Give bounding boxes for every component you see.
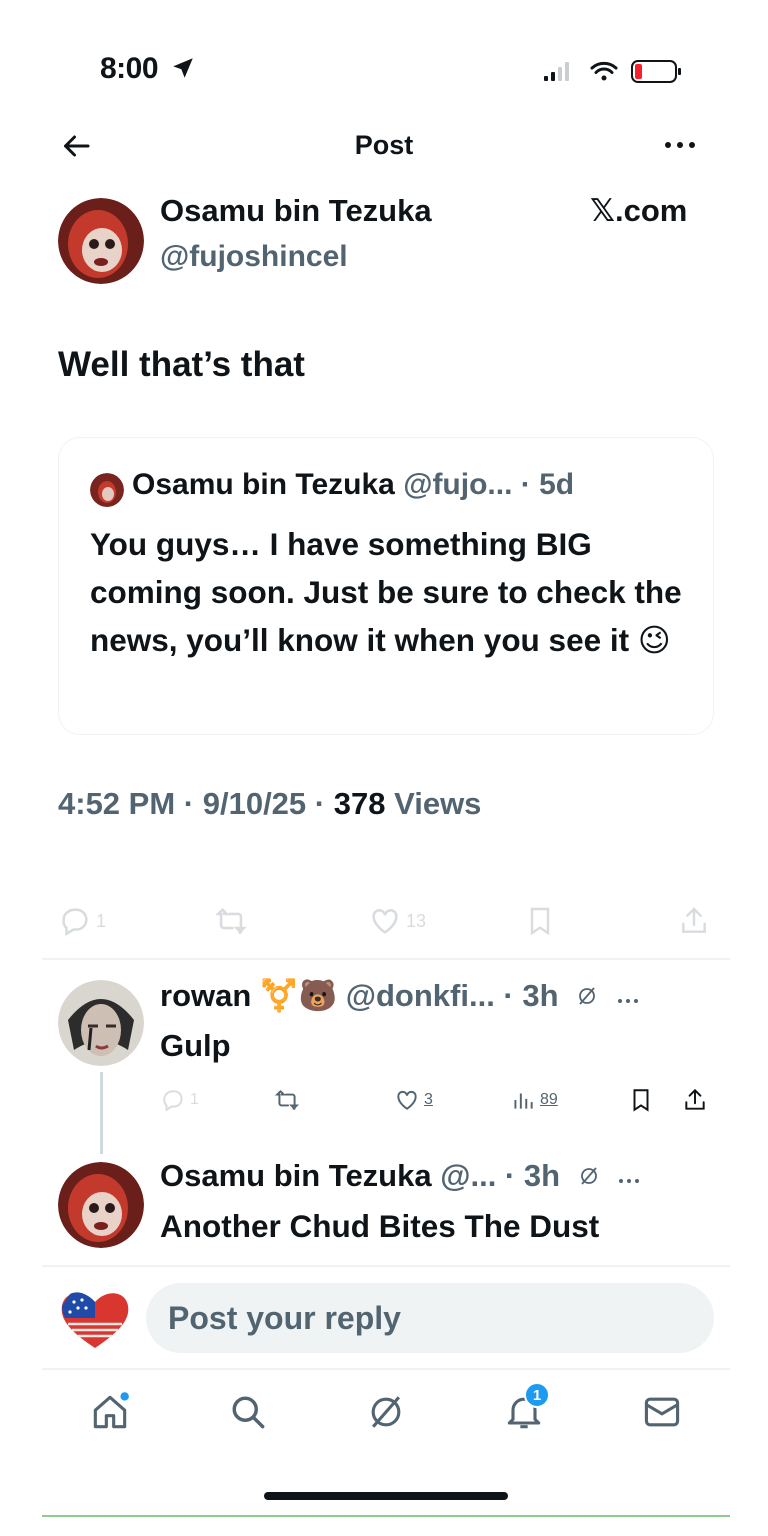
views-label: Views [394,786,482,821]
like-count: 3 [424,1091,433,1108]
divider [42,958,730,960]
like-action[interactable]: 3 [394,1087,433,1113]
search-icon [232,1396,265,1429]
quote-author-handle: @fujo... [403,468,513,501]
views-action[interactable]: 89 [510,1087,558,1113]
share-action[interactable] [682,1087,708,1113]
tab-search[interactable] [226,1390,270,1434]
post-text: Well that’s that [58,345,305,384]
author-handle[interactable]: @fujoshincel [160,240,348,274]
grok-icon[interactable] [575,984,599,1008]
reply-author-name[interactable]: Osamu bin Tezuka [160,1158,432,1193]
home-indicator[interactable] [264,1492,508,1500]
quote-text: You guys… I have something BIG coming so… [90,526,682,658]
share-action[interactable] [678,904,710,938]
more-options-button[interactable] [660,135,700,155]
heart-icon [372,909,398,934]
views-chart-icon [514,1093,533,1109]
reply-count: 1 [96,910,107,931]
reply-author-badges: ⚧️🐻 [259,978,338,1013]
quote-author-avatar [90,473,124,507]
share-icon [682,907,706,933]
reply-author-handle[interactable]: @donkfi... [346,978,495,1013]
more-dots-icon[interactable] [617,1176,641,1186]
share-icon [685,1088,705,1110]
notification-badge: 1 [524,1382,550,1408]
site-label: 𝕏.com [590,193,688,228]
location-arrow-icon [173,58,193,78]
bookmark-action[interactable] [628,1087,654,1113]
reply-author-avatar[interactable] [58,980,144,1066]
reply-author-name[interactable]: rowan [160,978,251,1013]
messages-icon [644,1397,680,1427]
reply-input[interactable] [146,1283,714,1353]
reply-author-avatar[interactable] [58,1162,144,1248]
tab-notifications[interactable]: 1 [502,1382,550,1434]
more-dots-icon [665,142,695,148]
reply-icon [163,1090,183,1112]
reply-header: rowan ⚧️🐻 @donkfi... · 3h [160,977,640,1014]
status-time: 8:00 [100,52,196,86]
reply-age: 3h [523,1158,561,1193]
heart-icon [397,1090,417,1110]
author-name[interactable]: Osamu bin Tezuka [160,193,432,229]
separator-dot: · [512,468,540,501]
author-avatar[interactable] [58,198,144,284]
battery-low-icon [631,60,681,83]
post-date: 9/10/25 [202,786,307,821]
post-meta: 4:52 PM · 9/10/25 · 378 Views [58,786,482,821]
divider [42,1265,730,1267]
reply-header: Osamu bin Tezuka @... · 3h [160,1158,641,1194]
wifi-icon [590,61,618,81]
like-action[interactable]: 13 [368,904,426,938]
bottom-edge-line [42,1515,730,1517]
reply-text: Another Chud Bites The Dust [160,1208,600,1244]
thread-connector [100,1072,103,1154]
reply-count: 1 [190,1091,199,1108]
reply-age: 3h [522,978,559,1013]
tab-home[interactable] [88,1390,132,1434]
home-icon [93,1392,129,1429]
current-user-avatar[interactable] [58,1288,132,1350]
reply-text: Gulp [160,1028,231,1063]
reply-icon [62,908,88,937]
repost-icon [215,908,247,934]
quote-age: 5d [539,468,575,501]
repost-action[interactable] [272,1087,302,1113]
grok-icon [371,1396,401,1428]
page-title: Post [354,130,414,160]
repost-action[interactable] [212,904,250,938]
reply-action[interactable]: 1 [160,1087,199,1113]
tab-messages[interactable] [640,1390,684,1434]
quote-header: Osamu bin Tezuka @fujo... · 5d [132,468,574,502]
reply-author-handle[interactable]: @... [440,1158,496,1193]
bookmark-action[interactable] [524,904,556,938]
bookmark-icon [633,1089,649,1112]
quote-author-name: Osamu bin Tezuka [132,468,395,501]
more-dots-icon[interactable] [616,996,640,1006]
signal-icon [544,62,569,81]
reply-action[interactable]: 1 [58,904,106,938]
bookmark-icon [530,907,550,936]
views-count: 378 [333,786,386,821]
like-count: 13 [406,910,427,931]
view-count: 89 [540,1091,558,1108]
tab-grok[interactable] [364,1390,408,1434]
grok-icon[interactable] [577,1164,601,1188]
repost-icon [274,1090,300,1110]
divider [42,1368,730,1370]
post-time: 4:52 PM [58,786,176,821]
status-icons [540,56,690,86]
